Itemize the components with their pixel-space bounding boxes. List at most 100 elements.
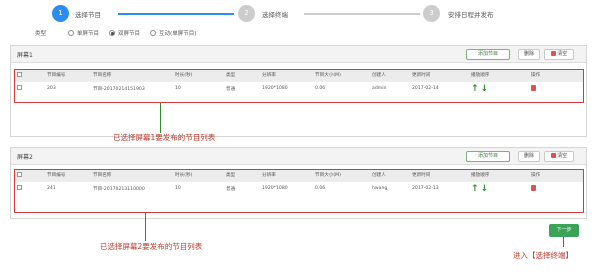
- radio-icon[interactable]: [68, 30, 75, 36]
- screen-1-program-list: 节目编号 节目名称 时长(秒) 类型 分辨率 节目大小(M) 创建人 更新时间 …: [14, 69, 584, 103]
- step-2-circle: 2: [238, 5, 255, 22]
- trash-icon: [550, 50, 556, 56]
- column-header: 更新时间: [410, 70, 469, 81]
- program-size: 0.06: [313, 80, 370, 96]
- column-header: 创建人: [370, 170, 410, 181]
- screen-1-table: 节目编号 节目名称 时长(秒) 类型 分辨率 节目大小(M) 创建人 更新时间 …: [15, 70, 583, 96]
- play-order-cell: ↑ ↓: [469, 180, 529, 196]
- radio-icon[interactable]: [150, 30, 157, 36]
- next-step-annotation: 进入【选择终端】: [513, 251, 573, 260]
- screen-1-panel: 屏幕1 添加节目 删除 清空 节目编号 节目名称 时长(秒) 类型 分辨率 节目…: [10, 45, 587, 137]
- screen-1-title: 屏幕1: [17, 52, 33, 59]
- type-option-interactive[interactable]: 互动(单屏节目): [150, 29, 196, 37]
- step-indicator: 1 选择节目 2 选择终端 3 安排日程并发布: [0, 4, 600, 24]
- step-1-label: 选择节目: [75, 11, 101, 19]
- add-program-button[interactable]: 添加节目: [466, 49, 510, 60]
- checkbox-icon[interactable]: [17, 85, 22, 91]
- clear-button-label: 清空: [557, 153, 568, 159]
- delete-button[interactable]: 删除: [518, 151, 540, 162]
- program-resolution: 1920*1080: [260, 80, 313, 96]
- step-3-label: 安排日程并发布: [448, 11, 494, 19]
- row-select-cell[interactable]: [15, 180, 45, 196]
- program-duration: 10: [173, 180, 224, 196]
- screen-2-table: 节目编号 节目名称 时长(秒) 类型 分辨率 节目大小(M) 创建人 更新时间 …: [15, 170, 583, 196]
- program-resolution: 1920*1080: [260, 180, 313, 196]
- type-option-label: 双屏节目: [118, 31, 141, 37]
- type-filter-label: 类型: [35, 31, 47, 37]
- program-creator: hwang: [370, 180, 410, 196]
- column-header: 更新时间: [410, 170, 469, 181]
- radio-selected-icon[interactable]: [109, 30, 116, 36]
- delete-icon[interactable]: [531, 184, 536, 191]
- move-up-icon[interactable]: ↑: [471, 84, 479, 94]
- type-option-dual[interactable]: 双屏节目: [109, 29, 140, 37]
- program-duration: 10: [173, 80, 224, 96]
- column-header: 操作: [529, 70, 583, 81]
- select-all-cell[interactable]: [15, 70, 45, 81]
- column-header: 节目名称: [91, 70, 173, 81]
- type-option-label: 互动(单屏节目): [159, 31, 197, 37]
- column-header: 播放顺序: [469, 70, 529, 81]
- step-3-circle: 3: [423, 5, 440, 22]
- next-step-button[interactable]: 下一步: [549, 224, 579, 237]
- annotation-pointer: [563, 237, 564, 247]
- type-option-single[interactable]: 单屏节目: [68, 29, 99, 37]
- delete-icon[interactable]: [531, 84, 536, 91]
- screen-2-header: 屏幕2 添加节目 删除 清空: [11, 148, 586, 165]
- column-header: 节目编号: [45, 170, 91, 181]
- operation-cell: [529, 80, 583, 96]
- table-row: 241 节目-20170213110000 10 普通 1920*1080 0.…: [15, 180, 583, 196]
- trash-icon: [550, 152, 556, 158]
- screen-1-annotation: 已选择屏幕1要发布的节目列表: [113, 133, 216, 142]
- table-header-row: 节目编号 节目名称 时长(秒) 类型 分辨率 节目大小(M) 创建人 更新时间 …: [15, 170, 583, 181]
- column-header: 时长(秒): [173, 70, 224, 81]
- screen-2-annotation: 已选择屏幕2要发布的节目列表: [100, 242, 203, 251]
- program-name: 节目-20170213110000: [91, 180, 173, 196]
- program-updated: 2017-02-14: [410, 80, 469, 96]
- column-header: 分辨率: [260, 170, 313, 181]
- checkbox-icon[interactable]: [17, 71, 22, 77]
- checkbox-icon[interactable]: [17, 171, 22, 177]
- step-2-label: 选择终端: [262, 11, 288, 19]
- operation-cell: [529, 180, 583, 196]
- column-header: 节目名称: [91, 170, 173, 181]
- column-header: 创建人: [370, 70, 410, 81]
- column-header: 节目编号: [45, 70, 91, 81]
- program-updated: 2017-02-13: [410, 180, 469, 196]
- screen-2-panel: 屏幕2 添加节目 删除 清空 节目编号 节目名称 时长(秒) 类型 分辨率 节目…: [10, 147, 587, 219]
- column-header: 分辨率: [260, 70, 313, 81]
- row-select-cell[interactable]: [15, 80, 45, 96]
- screen-2-title: 屏幕2: [17, 154, 33, 161]
- program-creator: admin: [370, 80, 410, 96]
- column-header: 播放顺序: [469, 170, 529, 181]
- program-type: 普通: [224, 80, 260, 96]
- program-name: 节目-20170214151903: [91, 80, 173, 96]
- column-header: 类型: [224, 170, 260, 181]
- column-header: 操作: [529, 170, 583, 181]
- type-filter: 类型 单屏节目 双屏节目 互动(单屏节目): [35, 28, 206, 38]
- annotation-pointer: [160, 103, 161, 133]
- clear-button-label: 清空: [557, 51, 568, 57]
- program-type: 普通: [224, 180, 260, 196]
- select-all-cell[interactable]: [15, 170, 45, 181]
- column-header: 类型: [224, 70, 260, 81]
- step-1-circle: 1: [52, 5, 69, 22]
- program-id: 241: [45, 180, 91, 196]
- table-row: 203 节目-20170214151903 10 普通 1920*1080 0.…: [15, 80, 583, 96]
- move-up-icon[interactable]: ↑: [471, 184, 479, 194]
- column-header: 节目大小(M): [313, 70, 370, 81]
- add-program-button[interactable]: 添加节目: [466, 151, 510, 162]
- table-header-row: 节目编号 节目名称 时长(秒) 类型 分辨率 节目大小(M) 创建人 更新时间 …: [15, 70, 583, 81]
- delete-button[interactable]: 删除: [518, 49, 540, 60]
- annotation-pointer: [145, 213, 146, 241]
- column-header: 节目大小(M): [313, 170, 370, 181]
- move-down-icon[interactable]: ↓: [481, 84, 489, 94]
- step-1-line: [118, 13, 234, 15]
- clear-button[interactable]: 清空: [544, 151, 574, 162]
- program-size: 0.06: [313, 180, 370, 196]
- checkbox-icon[interactable]: [17, 185, 22, 191]
- column-header: 时长(秒): [173, 170, 224, 181]
- program-id: 203: [45, 80, 91, 96]
- clear-button[interactable]: 清空: [544, 49, 574, 60]
- move-down-icon[interactable]: ↓: [481, 184, 489, 194]
